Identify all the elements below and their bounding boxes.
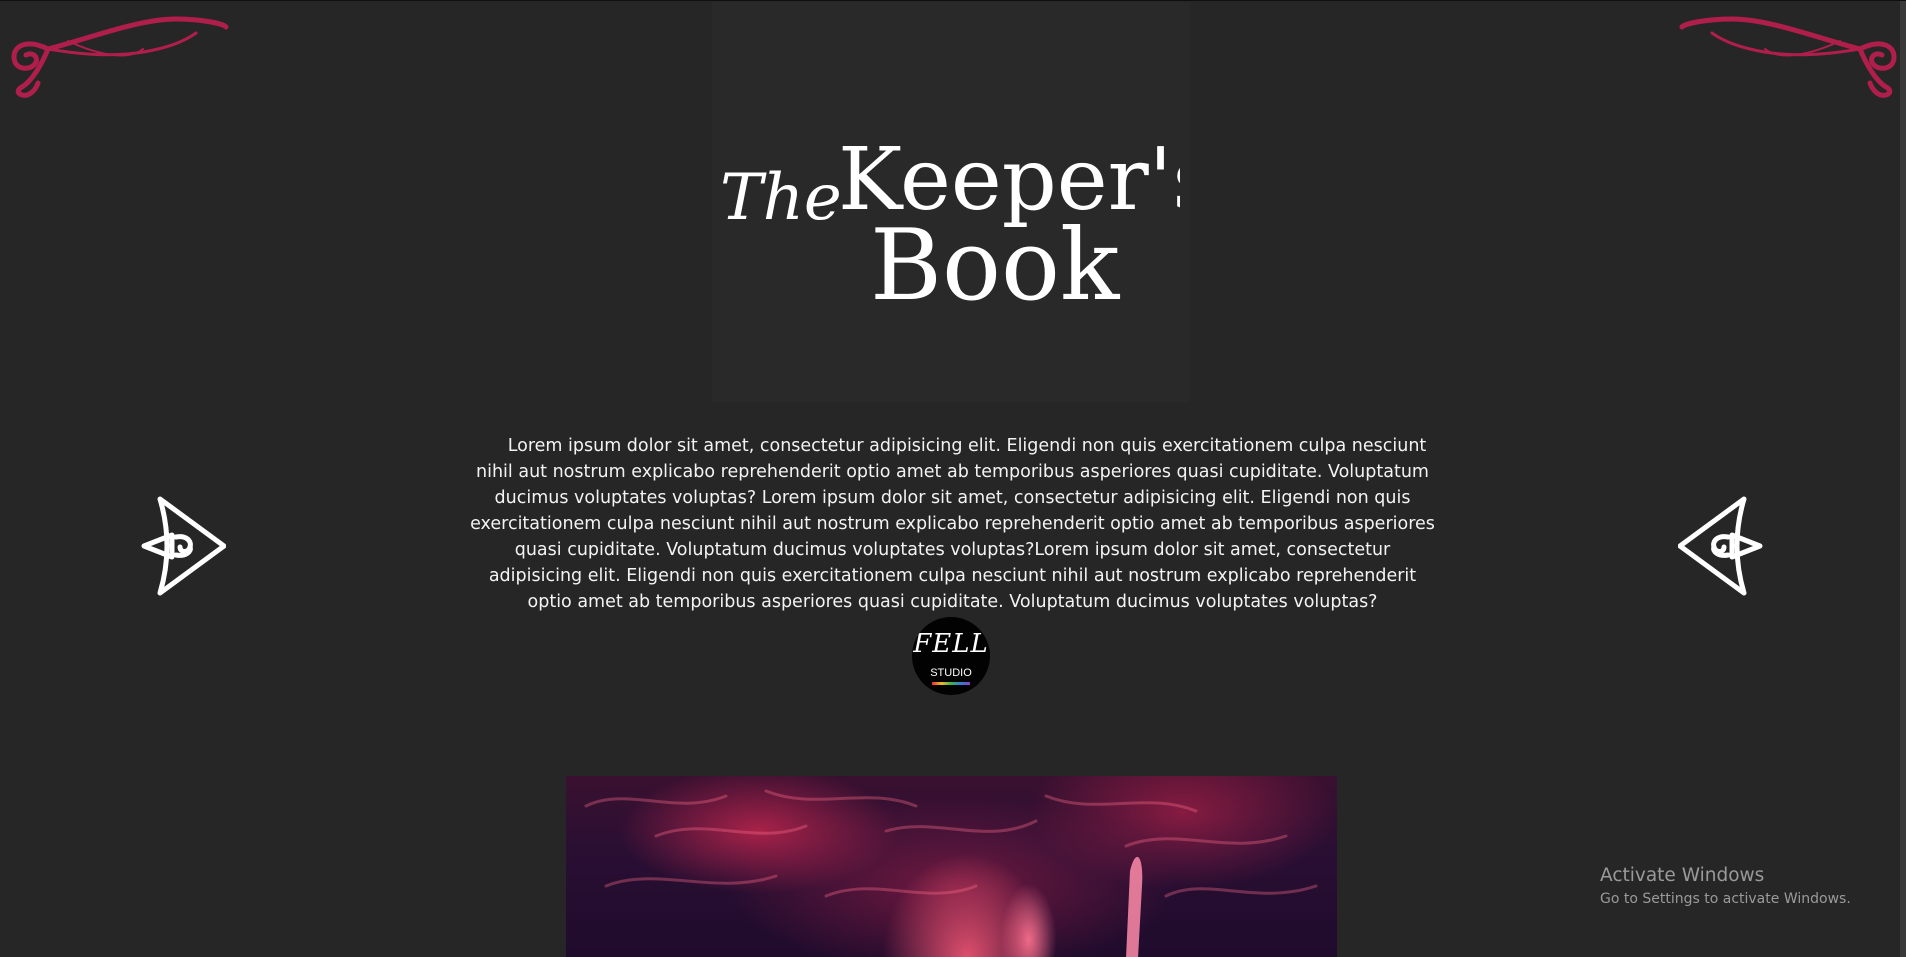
hero-image <box>566 776 1337 957</box>
page: The Keeper's Book Lorem ipsum dolor sit … <box>0 0 1906 957</box>
description-text: Lorem ipsum dolor sit amet, consectetur … <box>470 435 1435 612</box>
logo-wordmark: The Keeper's Book <box>720 130 1217 323</box>
studio-name: FELL <box>913 629 989 659</box>
activate-subtitle: Go to Settings to activate Windows. <box>1600 891 1851 907</box>
flourish-ornament-icon <box>11 16 229 98</box>
scrollbar[interactable] <box>1900 1 1906 957</box>
logo-line2: Book <box>870 209 1121 321</box>
flourish-ornament-icon <box>1679 16 1897 98</box>
cloud-texture <box>584 789 1318 957</box>
prev-arrow-icon[interactable] <box>140 495 226 597</box>
site-logo[interactable]: The Keeper's Book <box>720 130 1217 323</box>
studio-logo[interactable]: FELL STUDIO <box>912 617 990 695</box>
studio-rainbow-bar <box>932 682 970 685</box>
logo-prefix: The <box>720 161 842 235</box>
activate-title: Activate Windows <box>1600 865 1765 886</box>
next-arrow-icon[interactable] <box>1678 495 1764 597</box>
studio-subtitle: STUDIO <box>930 667 972 679</box>
windows-activation-watermark: Activate Windows Go to Settings to activ… <box>1600 865 1851 909</box>
